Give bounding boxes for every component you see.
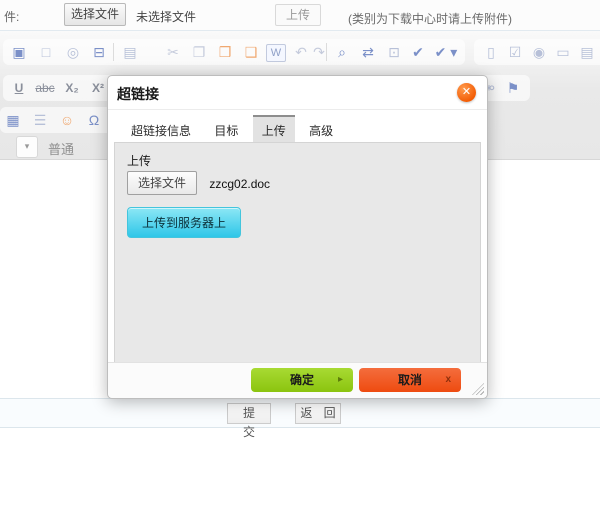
no-file-selected-text: 未选择文件	[136, 8, 196, 25]
strikethrough-icon[interactable]: abc	[34, 77, 56, 99]
upload-to-server-button[interactable]: 上传到服务器上	[127, 207, 241, 238]
dialog-tabs: 超链接信息 目标 上传 高级	[122, 115, 344, 141]
ok-button[interactable]: 确定 ▸	[251, 368, 353, 392]
dialog-title: 超链接	[117, 84, 159, 104]
paste-icon[interactable]: ❒	[214, 41, 236, 63]
cancel-x-icon: x	[445, 368, 451, 392]
dialog-resize-handle[interactable]	[472, 383, 484, 395]
page: 件: 选择文件 未选择文件 上传 (类别为下载中心时请上传附件) ▣ □ ◎ ⊟…	[0, 0, 600, 530]
cut-icon[interactable]: ✂	[162, 41, 184, 63]
format-dropdown[interactable]: 普通	[48, 139, 74, 158]
close-icon[interactable]: ✕	[457, 83, 476, 102]
paste-text-icon[interactable]: ❑	[240, 41, 262, 63]
checkbox-icon[interactable]: ☑	[504, 41, 526, 63]
subscript-icon[interactable]: X₂	[61, 77, 83, 99]
save-icon[interactable]: ▣	[8, 41, 30, 63]
upload-field-label: 上传	[127, 152, 151, 169]
upload-tab-panel: 上传 选择文件 zzcg02.doc 上传到服务器上	[114, 142, 481, 363]
spell-check-icon[interactable]: ✔	[407, 41, 429, 63]
select-all-icon[interactable]: ⊡	[383, 41, 405, 63]
tab-advanced[interactable]: 高级	[300, 115, 342, 145]
choose-file-button[interactable]: 选择文件	[64, 3, 126, 26]
tab-upload[interactable]: 上传	[253, 115, 295, 145]
replace-icon[interactable]: ⇄	[357, 41, 379, 63]
attachment-label: 件:	[4, 8, 19, 25]
text-field-icon[interactable]: ▭	[552, 41, 574, 63]
back-button[interactable]: 返 回	[295, 403, 341, 424]
styles-dropdown[interactable]: ▾	[16, 136, 38, 158]
new-page-icon[interactable]: □	[35, 41, 57, 63]
scayt-icon[interactable]: ✔ ▾	[431, 41, 461, 63]
file-input-row: 选择文件 zzcg02.doc	[127, 171, 270, 195]
chevron-down-icon: ▾	[25, 141, 30, 151]
dialog-title-separator	[108, 109, 487, 110]
paste-from-word-icon[interactable]: W	[266, 44, 286, 62]
attachment-note: (类别为下载中心时请上传附件)	[348, 10, 512, 27]
copy-icon[interactable]: ❐	[188, 41, 210, 63]
toolbar-row1-strip: ▣ □ ◎ ⊟ ▤ ✂ ❐ ❒ ❑ W ↶ ↷ ⌕ ⇄ ⊡ ✔ ✔ ▾	[3, 39, 465, 65]
preview-icon[interactable]: ◎	[62, 41, 84, 63]
special-char-icon[interactable]: Ω	[83, 109, 105, 131]
toolbar-separator	[113, 43, 114, 61]
submit-button[interactable]: 提 交	[227, 403, 271, 424]
dialog-footer: 确定 ▸ 取消 x	[108, 362, 487, 398]
upload-button[interactable]: 上传	[275, 4, 321, 26]
tab-link-info[interactable]: 超链接信息	[122, 115, 200, 145]
selected-filename: zzcg02.doc	[209, 177, 270, 191]
print-icon[interactable]: ⊟	[88, 41, 110, 63]
ok-arrow-icon: ▸	[338, 368, 343, 392]
table-icon[interactable]: ▦	[2, 109, 24, 131]
smiley-icon[interactable]: ☺	[56, 109, 78, 131]
attachment-bar: 件: 选择文件 未选择文件 上传 (类别为下载中心时请上传附件)	[0, 0, 600, 31]
textarea-icon[interactable]: ▤	[576, 41, 598, 63]
radio-icon[interactable]: ◉	[528, 41, 550, 63]
horizontal-rule-icon[interactable]: ☰	[29, 109, 51, 131]
cancel-button-label: 取消	[398, 373, 422, 387]
underline-icon[interactable]: U	[8, 77, 30, 99]
cancel-button[interactable]: 取消 x	[359, 368, 461, 392]
toolbar-separator	[326, 43, 327, 61]
page-footer-bar: 提 交 返 回	[0, 398, 600, 428]
tab-target[interactable]: 目标	[205, 115, 247, 145]
dialog-choose-file-button[interactable]: 选择文件	[127, 171, 197, 195]
anchor-flag-icon[interactable]: ⚑	[502, 77, 524, 99]
templates-icon[interactable]: ▤	[119, 41, 141, 63]
superscript-icon[interactable]: X²	[87, 77, 109, 99]
find-icon[interactable]: ⌕	[331, 41, 353, 63]
form-icon[interactable]: ▯	[480, 41, 502, 63]
toolbar-forms-strip: ▯ ☑ ◉ ▭ ▤ ▥	[474, 39, 600, 65]
ok-button-label: 确定	[290, 373, 314, 387]
hyperlink-dialog: 超链接 ✕ 超链接信息 目标 上传 高级 上传 选择文件 zzcg02.doc …	[107, 75, 488, 399]
